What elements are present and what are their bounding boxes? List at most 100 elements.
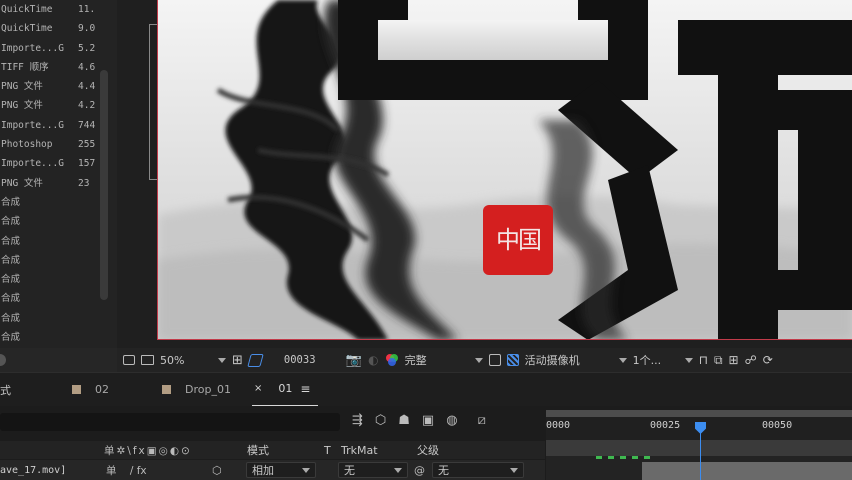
project-panel-footer (0, 348, 117, 372)
toggle-pixel-aspect-icon[interactable]: ⊓ (699, 351, 708, 369)
show-snapshot-icon[interactable]: ◐ (368, 351, 378, 369)
comp-color-swatch (72, 385, 81, 394)
reset-exposure-icon[interactable]: ⟳ (763, 351, 773, 369)
project-item-type: 合成 (1, 216, 21, 228)
layer-track-area[interactable] (546, 440, 852, 480)
project-scrollbar[interactable] (100, 70, 108, 300)
project-item-row[interactable]: 合成 (0, 309, 117, 328)
project-item-size: 4.2 (78, 100, 96, 112)
camera-view-dropdown[interactable]: 活动摄像机 (525, 351, 627, 369)
fast-previews-icon[interactable]: ⧉ (714, 351, 723, 369)
frame-blending-icon[interactable]: ▣ (422, 413, 434, 428)
timeline-search-input[interactable] (0, 413, 340, 431)
column-parent: 父级 (417, 444, 439, 457)
project-item-size (78, 328, 98, 347)
project-item-type: 合成 (1, 196, 21, 208)
project-item-type: QuickTime (1, 4, 53, 15)
column-mode: 模式 (247, 444, 269, 457)
zoom-dropdown[interactable]: 50% (160, 351, 226, 369)
tab-01[interactable]: × 01 ≡ (252, 373, 318, 407)
tab-label: 02 (95, 383, 109, 396)
project-item-type: 合成 (1, 312, 21, 324)
parent-value: 无 (438, 464, 449, 477)
project-item-type: Importe...G (1, 42, 64, 54)
seal-text: 中国 (496, 226, 542, 254)
shy-layers-icon[interactable]: ☗ (398, 413, 410, 428)
fast-preview-icon[interactable] (488, 351, 501, 369)
project-item-type: PNG 文件 (1, 177, 43, 189)
trkmat-dropdown[interactable]: 无 (338, 462, 408, 478)
transparency-grid-icon[interactable] (506, 351, 519, 369)
views-layout-value: 1个... (632, 354, 662, 367)
tab-drop-01[interactable]: Drop_01 (152, 373, 252, 407)
comp-color-swatch (162, 385, 171, 394)
project-item-size (78, 212, 98, 231)
project-item-size: 9.0 (78, 23, 96, 35)
project-item-size: 5.2 (78, 42, 96, 54)
project-item-size: 11. (78, 4, 96, 15)
snapshot-toggle-icon[interactable] (123, 351, 135, 369)
grid-guides-icon[interactable]: ⊞ (232, 351, 243, 369)
project-item-row[interactable]: 合成 (0, 328, 117, 347)
parent-dropdown[interactable]: 无 (432, 462, 524, 478)
views-layout-dropdown[interactable]: 1个... (633, 351, 693, 369)
tab-02[interactable]: 02 (62, 373, 152, 407)
project-item-type: 合成 (1, 235, 21, 247)
composition-mini-flowchart-icon[interactable]: ⇶ (352, 413, 363, 428)
channel-color-icon[interactable] (385, 351, 399, 369)
timeline-link-icon[interactable]: ⊞ (729, 351, 739, 369)
ink-artwork (158, 0, 852, 339)
project-item-size: 255 (78, 139, 96, 151)
trkmat-value: 无 (344, 464, 355, 477)
resolution-dropdown[interactable]: 完整 (405, 351, 483, 369)
viewer-toolbar: 50% ⊞ 00033 📷 ◐ 完整 活动摄像机 1个... ⊓ ⧉ ⊞ ☍ ⟳ (117, 348, 852, 372)
motion-blur-icon[interactable]: ◍ (446, 413, 457, 428)
parent-pickwhip-icon[interactable]: @ (414, 464, 425, 477)
project-item-size: 157 (78, 158, 96, 170)
comp-marker-bar (546, 440, 852, 456)
project-item-row[interactable]: QuickTime 11. (0, 0, 117, 19)
project-item-type: QuickTime (1, 23, 53, 35)
composition-frame[interactable]: 中国 (157, 0, 852, 340)
project-item-size: 4.4 (78, 81, 96, 93)
project-item-size (78, 232, 98, 251)
ruler-label: 0000 (546, 420, 571, 431)
region-of-interest-icon[interactable] (247, 351, 264, 369)
project-item-size: 23 (78, 177, 90, 189)
project-item-type: Photoshop (1, 139, 53, 151)
project-item-size (78, 309, 98, 328)
camera-snapshot-icon[interactable]: 📷 (346, 351, 362, 369)
project-item-type: PNG 文件 (1, 100, 43, 112)
project-item-type: 合成 (1, 293, 21, 305)
flowchart-icon[interactable]: ☍ (745, 351, 757, 369)
project-item-type: 合成 (1, 254, 21, 266)
project-item-size (78, 251, 98, 270)
work-area-bar[interactable] (546, 410, 852, 417)
ruler-label: 00050 (762, 420, 793, 431)
layer-switches[interactable]: 单 / fx (106, 463, 147, 478)
panel-title-fragment: 式 (0, 383, 11, 397)
layer-columns-header: 单✲\fx▣◎◐⊙ 模式 T TrkMat 父级 (0, 441, 545, 459)
monitor-icon[interactable] (141, 351, 154, 369)
graph-editor-icon[interactable]: ⧄ (478, 413, 486, 428)
blend-mode-dropdown[interactable]: 相加 (246, 462, 316, 478)
tab-label: 01 (278, 382, 293, 395)
close-tab-icon[interactable]: × (254, 383, 262, 394)
switches-icons: 单✲\fx▣◎◐⊙ (104, 444, 192, 457)
project-item-row[interactable]: QuickTime 9.0 (0, 19, 117, 38)
column-trkmat: TrkMat (341, 443, 378, 457)
layer-duration-bar[interactable] (642, 462, 852, 480)
draft-3d-icon[interactable]: ⬡ (375, 413, 386, 428)
resolution-value: 完整 (404, 354, 427, 367)
project-item-size (78, 270, 98, 289)
current-time-display[interactable]: 00033 (284, 351, 340, 369)
3d-layer-icon[interactable]: ⬡ (212, 464, 222, 477)
panel-menu-icon[interactable]: ≡ (300, 382, 310, 396)
project-item-type: 合成 (1, 332, 21, 344)
timeline-tab-bar: 式 02 Drop_01 × 01 ≡ (0, 372, 852, 407)
layer-row[interactable]: ave_17.mov] 单 / fx ⬡ 相加 无 @ 无 (0, 460, 545, 480)
project-item-row[interactable]: Importe...G 5.2 (0, 39, 117, 58)
safe-margin-guide (149, 24, 157, 180)
tab-label: Drop_01 (185, 383, 231, 396)
composition-viewer: 中国 (117, 0, 852, 348)
